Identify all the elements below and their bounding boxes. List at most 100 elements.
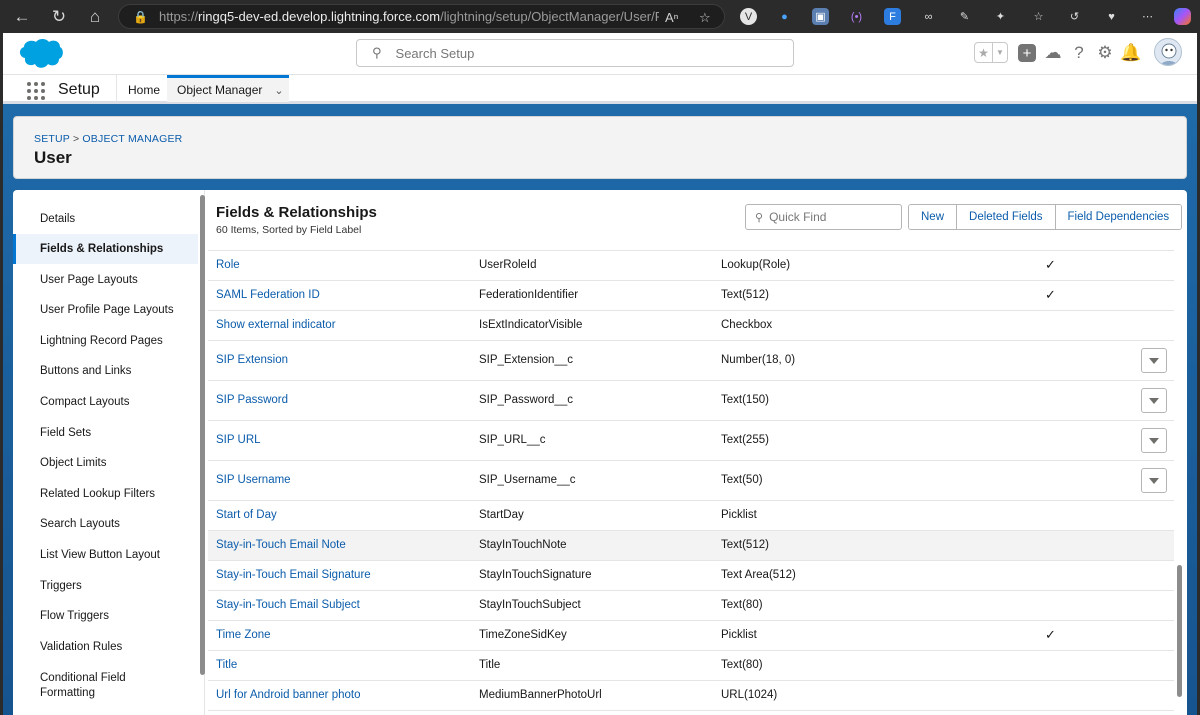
sidebar-item[interactable]: Fields & Relationships (13, 234, 198, 264)
extension-f-icon[interactable]: F (884, 8, 901, 25)
field-label-link[interactable]: Stay-in-Touch Email Signature (216, 569, 371, 581)
sidebar-item[interactable]: Triggers (13, 571, 198, 601)
breadcrumb-object-manager[interactable]: OBJECT MANAGER (82, 133, 182, 145)
sidebar-item[interactable]: Flow Triggers (13, 601, 198, 631)
extension-link-icon[interactable]: ∞ (920, 8, 937, 25)
setup-gear-icon[interactable]: ⚙ (1095, 43, 1115, 63)
reload-icon[interactable]: ↻ (48, 6, 70, 28)
sidebar-scrollbar[interactable] (200, 195, 205, 675)
sidebar-item[interactable]: Search Layouts (13, 509, 198, 539)
trailhead-icon[interactable]: ☁ (1043, 43, 1063, 63)
row-actions-button[interactable] (1141, 348, 1167, 373)
url-text[interactable]: https://ringq5-dev-ed.develop.lightning.… (159, 9, 659, 24)
field-label-link[interactable]: Title (216, 659, 237, 671)
sidebar-item-label: Search Layouts (40, 517, 120, 530)
quick-find-box[interactable]: ⚲ (745, 204, 902, 230)
field-label-link[interactable]: Time Zone (216, 629, 271, 641)
home-icon[interactable]: ⌂ (84, 6, 106, 28)
row-actions-button[interactable] (1141, 388, 1167, 413)
deleted-fields-button[interactable]: Deleted Fields (957, 205, 1056, 229)
sidebar-item[interactable]: Compact Layouts (13, 387, 198, 417)
sidebar-item[interactable]: User Profile Page Layouts (13, 295, 198, 325)
favorite-star-icon[interactable]: ★ (975, 43, 993, 62)
table-scrollbar[interactable] (1177, 565, 1182, 697)
object-header: SETUP > OBJECT MANAGER User (13, 116, 1187, 179)
global-search-box[interactable]: ⚲ (356, 39, 794, 67)
field-api-name: TimeZoneSidKey (479, 629, 567, 641)
breadcrumb-setup[interactable]: SETUP (34, 133, 70, 145)
table-row: SIP URL SIP_URL__c Text(255) (208, 421, 1174, 461)
sidebar-item-label: Validation Rules (40, 640, 123, 653)
history-icon[interactable]: ↺ (1066, 8, 1083, 25)
field-api-name: IsExtIndicatorVisible (479, 319, 583, 331)
field-data-type: Picklist (721, 629, 757, 641)
sidebar-item[interactable]: Object Limits (13, 448, 198, 478)
help-icon[interactable]: ? (1069, 43, 1089, 63)
field-label-link[interactable]: Start of Day (216, 509, 277, 521)
notifications-bell-icon[interactable]: 🔔 (1120, 43, 1141, 63)
favorites-dropdown-icon[interactable]: ▼ (993, 43, 1007, 62)
new-button[interactable]: New (909, 205, 958, 229)
field-label-link[interactable]: Url for Android banner photo (216, 689, 360, 701)
sidebar-item[interactable]: User Page Layouts (13, 265, 198, 295)
extension-v-icon[interactable]: V (740, 8, 757, 25)
field-label-link[interactable]: SIP Extension (216, 354, 288, 366)
table-row: SIP Password SIP_Password__c Text(150) (208, 381, 1174, 421)
sidebar-item[interactable]: Details (13, 204, 198, 234)
sidebar-item-label: Lightning Record Pages (40, 334, 163, 347)
indexed-check-icon: ✓ (1045, 257, 1056, 272)
global-actions-icon[interactable]: + (1018, 44, 1036, 62)
field-data-type: Text(512) (721, 289, 769, 301)
field-label-link[interactable]: Role (216, 259, 240, 271)
field-data-type: Number(18, 0) (721, 354, 796, 366)
sidebar-item[interactable]: Related Lookup Filters (13, 479, 198, 509)
sidebar-item[interactable]: Field Sets (13, 418, 198, 448)
sidebar-item[interactable]: Buttons and Links (13, 356, 198, 386)
extension-screen-icon[interactable]: ▣ (812, 8, 829, 25)
field-label-link[interactable]: Stay-in-Touch Email Note (216, 539, 346, 551)
sidebar-item-label: Compact Layouts (40, 395, 130, 408)
avatar-icon (1160, 43, 1178, 65)
extensions-puzzle-icon[interactable]: ✦ (992, 8, 1009, 25)
section-subtitle: 60 Items, Sorted by Field Label (216, 224, 362, 236)
field-label-link[interactable]: SIP Password (216, 394, 288, 406)
back-arrow-icon[interactable]: ← (11, 6, 33, 28)
nav-tab-home[interactable]: Home (128, 83, 160, 97)
extension-audio-icon[interactable]: ● (776, 8, 793, 25)
salesforce-logo-icon[interactable] (16, 37, 64, 70)
search-icon: ⚲ (372, 45, 382, 60)
main-panel: Details Fields & Relationships User Page L… (13, 190, 1187, 715)
table-row: SIP Username SIP_Username__c Text(50) (208, 461, 1174, 501)
field-label-link[interactable]: SIP Username (216, 474, 291, 486)
copilot-icon[interactable] (1174, 8, 1191, 25)
favorites-icon[interactable]: ☆ (1030, 8, 1047, 25)
read-aloud-icon[interactable]: Aⁿ (665, 10, 678, 25)
sidebar-item[interactable]: Validation Rules (13, 632, 198, 662)
fields-table: Role UserRoleId Lookup(Role) ✓ SAML Federati… (208, 250, 1174, 715)
field-label-link[interactable]: SIP URL (216, 434, 261, 446)
row-actions-button[interactable] (1141, 428, 1167, 453)
sidebar-item[interactable]: Lightning Record Pages (13, 326, 198, 356)
global-search-input[interactable] (395, 45, 756, 61)
row-actions-button[interactable] (1141, 468, 1167, 493)
field-dependencies-button[interactable]: Field Dependencies (1055, 205, 1182, 229)
field-label-link[interactable]: SAML Federation ID (216, 289, 320, 301)
favorite-star-icon[interactable]: ☆ (699, 10, 711, 26)
chevron-down-icon[interactable]: ⌄ (274, 84, 283, 97)
more-menu-icon[interactable]: ⋯ (1139, 8, 1156, 25)
app-launcher-icon[interactable] (27, 82, 45, 100)
health-icon[interactable]: ♥ (1103, 8, 1120, 25)
favorites-group[interactable]: ★ ▼ (974, 42, 1008, 63)
extension-pen-icon[interactable]: ✎ (956, 8, 973, 25)
quick-find-input[interactable] (769, 210, 895, 224)
nav-tab-object-manager[interactable]: Object Manager ⌄ (167, 75, 289, 102)
sidebar-item-label: Buttons and Links (40, 364, 132, 377)
field-label-link[interactable]: Stay-in-Touch Email Subject (216, 599, 360, 611)
sidebar-item[interactable]: List View Button Layout (13, 540, 198, 570)
extension-bracket-icon[interactable]: (•) (848, 8, 865, 25)
sidebar-item[interactable]: Conditional Field Formatting (13, 670, 198, 702)
table-row: SIP Extension SIP_Extension__c Number(18, … (208, 341, 1174, 381)
field-label-link[interactable]: Show external indicator (216, 319, 336, 331)
user-avatar[interactable] (1154, 38, 1182, 66)
address-bar[interactable]: 🔒 https://ringq5-dev-ed.develop.lightnin… (118, 4, 725, 29)
